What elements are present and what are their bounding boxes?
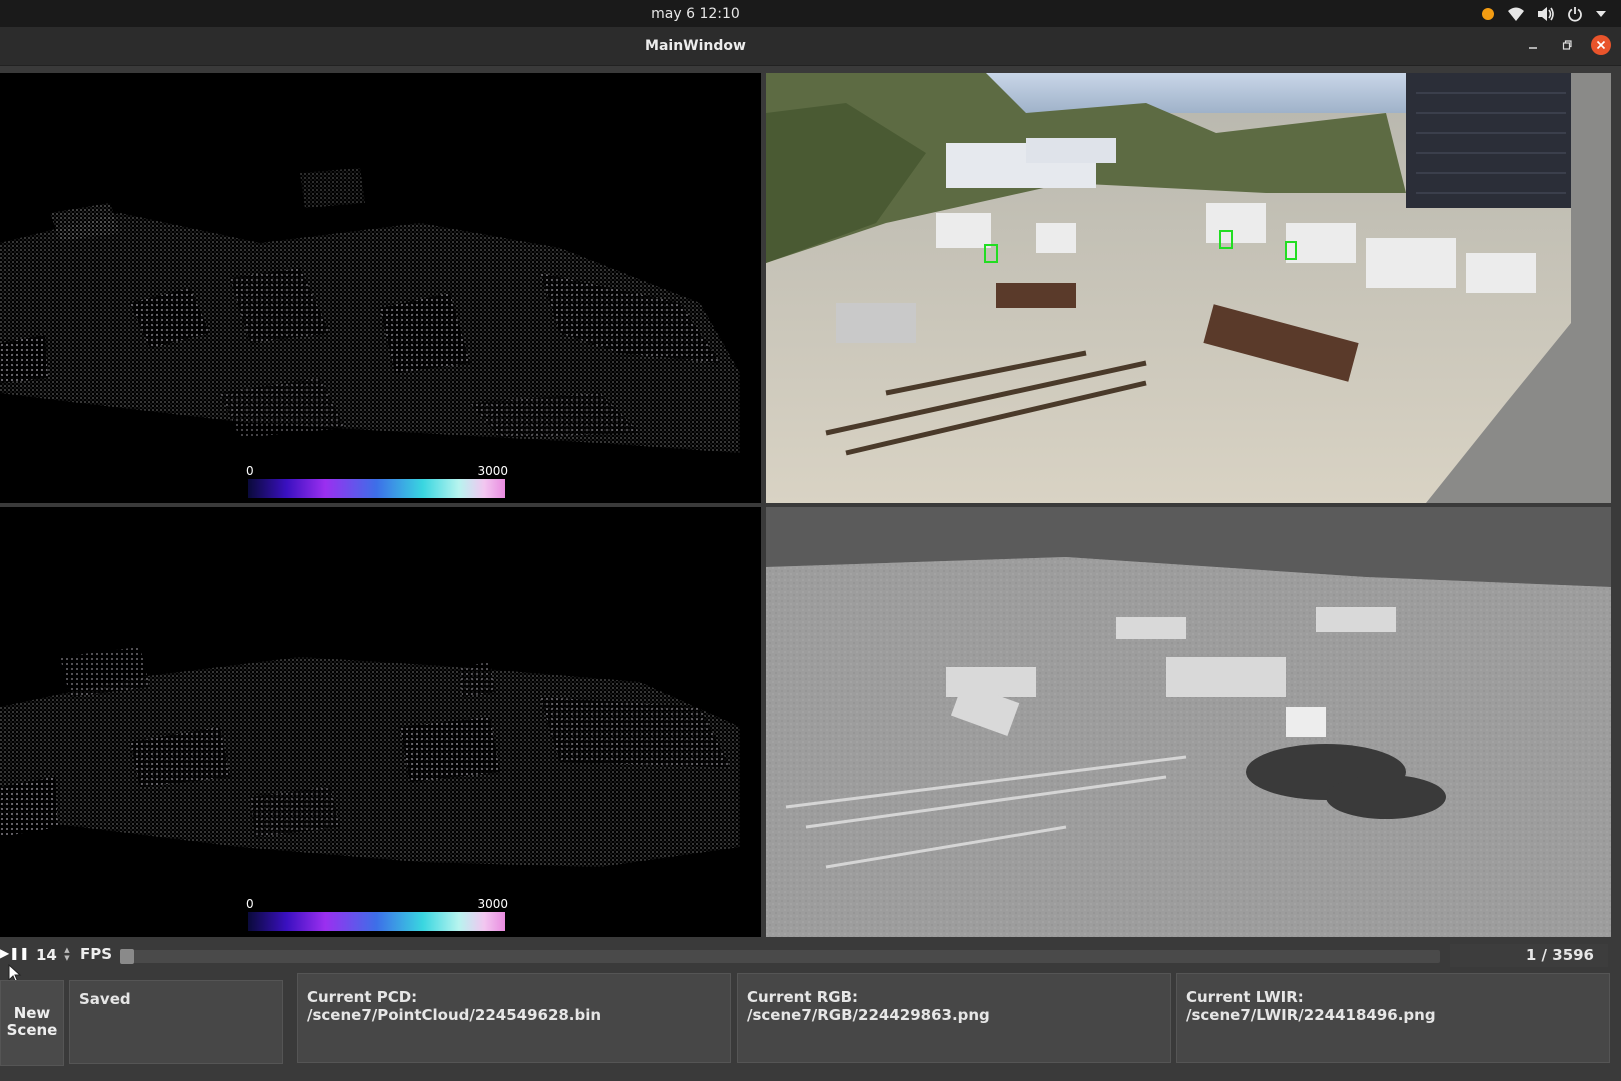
- current-rgb-label: Current RGB:: [747, 988, 859, 1006]
- minimize-icon: [1529, 47, 1537, 49]
- frame-counter-text: 1 / 3596: [1525, 946, 1594, 964]
- colorbar-gradient: [248, 912, 505, 931]
- clock[interactable]: may 6 12:10: [0, 6, 1391, 22]
- wifi-icon[interactable]: [1507, 6, 1525, 22]
- window-title-bar[interactable]: MainWindow: [0, 27, 1621, 66]
- power-icon[interactable]: [1567, 6, 1583, 22]
- current-rgb-path: /scene7/RGB/224429863.png: [747, 1006, 990, 1024]
- pointcloud-render: [0, 647, 740, 867]
- colorbar-min: 0: [246, 464, 254, 478]
- new-scene-button[interactable]: New Scene: [0, 980, 64, 1066]
- current-rgb-panel: Current RGB: /scene7/RGB/224429863.png: [737, 973, 1171, 1063]
- slider-handle[interactable]: [120, 949, 135, 964]
- spinbox-arrows-icon[interactable]: ▲ ▼: [62, 946, 72, 964]
- pointcloud-view-bottom[interactable]: 0 3000: [0, 507, 761, 937]
- notification-dot-icon[interactable]: [1481, 7, 1495, 21]
- pointcloud-render: [0, 168, 740, 453]
- restore-icon: [1562, 40, 1572, 50]
- status-field: Saved: [69, 980, 283, 1064]
- current-pcd-panel: Current PCD: /scene7/PointCloud/22454962…: [297, 973, 731, 1063]
- current-lwir-panel: Current LWIR: /scene7/LWIR/224418496.png: [1176, 973, 1610, 1063]
- current-lwir-label: Current LWIR:: [1186, 988, 1304, 1006]
- new-scene-label: New Scene: [6, 1004, 58, 1039]
- colorbar-max: 3000: [477, 897, 508, 911]
- rgb-camera-view[interactable]: [766, 73, 1611, 503]
- current-pcd-label: Current PCD:: [307, 988, 418, 1006]
- colorbar-min: 0: [246, 897, 254, 911]
- fps-label: FPS: [80, 945, 113, 963]
- colorbar-max: 3000: [477, 464, 508, 478]
- restore-button[interactable]: [1557, 35, 1577, 55]
- lwir-thermal-view[interactable]: [766, 507, 1611, 937]
- frame-slider[interactable]: [120, 949, 1440, 964]
- status-text: Saved: [79, 990, 131, 1008]
- current-lwir-path: /scene7/LWIR/224418496.png: [1186, 1006, 1436, 1024]
- window-controls: [1523, 35, 1611, 55]
- close-icon: [1596, 40, 1606, 50]
- rgb-camera-image: [766, 73, 1611, 503]
- system-top-bar: may 6 12:10: [0, 0, 1621, 27]
- chevron-down-icon[interactable]: [1595, 9, 1607, 19]
- frame-counter: 1 / 3596: [1450, 944, 1608, 967]
- window-title: MainWindow: [645, 38, 746, 54]
- play-pause-icon[interactable]: ▶❚❚: [0, 946, 29, 960]
- fps-value[interactable]: 14: [36, 946, 57, 964]
- playback-controls: ▶❚❚ 14 ▲ ▼ FPS 1 / 3596: [0, 940, 1621, 970]
- pointcloud-view-top[interactable]: 0 3000: [0, 73, 761, 503]
- volume-icon[interactable]: [1537, 6, 1555, 22]
- current-pcd-path: /scene7/PointCloud/224549628.bin: [307, 1006, 602, 1024]
- system-tray[interactable]: [1481, 5, 1607, 23]
- colorbar-gradient: [248, 479, 505, 498]
- minimize-button[interactable]: [1523, 35, 1543, 55]
- fps-spinbox[interactable]: 14 ▲ ▼: [30, 944, 72, 966]
- lwir-thermal-image: [766, 507, 1611, 937]
- close-button[interactable]: [1591, 35, 1611, 55]
